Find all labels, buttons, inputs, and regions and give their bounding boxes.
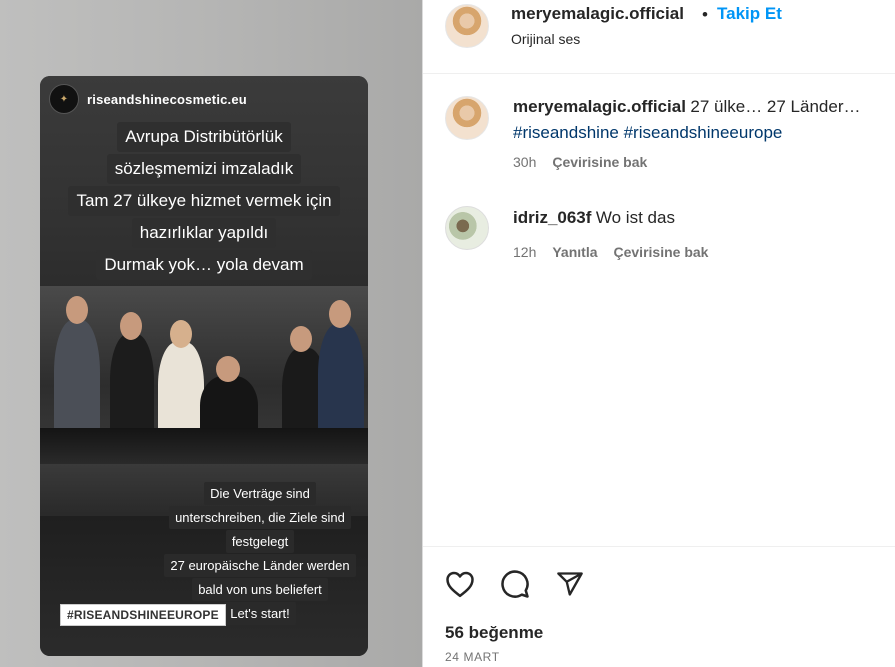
caption-line: Let's start!: [224, 602, 296, 625]
caption-line: Tam 27 ülkeye hizmet vermek için: [68, 186, 340, 216]
comment-text: Wo ist das: [595, 208, 675, 227]
caption-line: Die Verträge sind: [204, 482, 316, 505]
person-head: [120, 312, 142, 340]
caption-username[interactable]: meryemalagic.official: [513, 97, 686, 116]
person-head: [66, 296, 88, 324]
audio-label[interactable]: Orijinal ses: [511, 31, 580, 47]
caption-time: 30h: [513, 154, 537, 170]
story-image[interactable]: ✦ riseandshinecosmetic.eu Avrupa Distrib…: [40, 76, 368, 656]
caption-meta: 30h Çevirisine bak: [513, 154, 647, 170]
separator-dot: •: [702, 5, 708, 24]
reply-link[interactable]: Yanıtla: [552, 244, 597, 260]
comment-meta: 12h Yanıtla Çevirisine bak: [513, 244, 708, 260]
author-avatar[interactable]: [445, 4, 489, 48]
translate-link[interactable]: Çevirisine bak: [552, 154, 647, 170]
person-head: [170, 320, 192, 348]
story-account-avatar[interactable]: ✦: [49, 84, 79, 114]
follow-button[interactable]: Takip Et: [717, 4, 782, 24]
caption-line: unterschreiben, die Ziele sind: [169, 506, 351, 529]
caption-line: Avrupa Distribütörlük: [117, 122, 291, 152]
person-head: [329, 300, 351, 328]
comment-bubble-icon[interactable]: [498, 567, 532, 601]
post-date: 24 MART: [445, 650, 500, 664]
caption-line: Durmak yok… yola devam: [96, 250, 312, 280]
people-figures: [40, 290, 368, 450]
story-account-name[interactable]: riseandshinecosmetic.eu: [87, 92, 247, 107]
heart-icon[interactable]: [443, 567, 477, 601]
caption-line: sözleşmemizi imzaladık: [106, 154, 302, 184]
paper-plane-icon[interactable]: [553, 567, 587, 601]
actions-bar: 56 beğenme 24 MART: [423, 546, 895, 667]
post-header: meryemalagic.official • Takip Et Orijina…: [423, 0, 895, 74]
post-viewer: ✦ riseandshinecosmetic.eu Avrupa Distrib…: [0, 0, 895, 667]
person-head: [290, 326, 312, 352]
caption-line: hazırlıklar yapıldı: [131, 218, 277, 248]
comment-time: 12h: [513, 244, 537, 260]
caption-line: 27 europäische Länder werden: [164, 554, 356, 577]
comment-username[interactable]: idriz_063f: [513, 208, 591, 227]
desk: [40, 428, 368, 464]
likes-count[interactable]: 56 beğenme: [445, 623, 543, 643]
story-header: ✦ riseandshinecosmetic.eu: [49, 84, 247, 114]
story-caption-top: Avrupa Distribütörlük sözleşmemizi imzal…: [40, 122, 368, 280]
translate-link[interactable]: Çevirisine bak: [614, 244, 709, 260]
caption-line: bald von uns beliefert: [192, 578, 328, 601]
hashtag-sticker[interactable]: #RISEANDSHINEEUROPE: [60, 604, 226, 626]
commenter-avatar[interactable]: [445, 206, 489, 250]
caption-author-avatar[interactable]: [445, 96, 489, 140]
caption-hashtags[interactable]: #riseandshine #riseandshineeurope: [513, 123, 782, 143]
caption-line: festgelegt: [225, 530, 295, 553]
author-username[interactable]: meryemalagic.official: [511, 4, 684, 24]
post-side-panel: meryemalagic.official • Takip Et Orijina…: [422, 0, 895, 667]
caption-row: meryemalagic.official 27 ülke… 27 Länder…: [513, 97, 885, 117]
media-area: ✦ riseandshinecosmetic.eu Avrupa Distrib…: [0, 0, 422, 667]
caption-text: 27 ülke… 27 Länder…: [690, 97, 861, 116]
person-head: [216, 356, 240, 382]
comment-row: idriz_063f Wo ist das: [513, 208, 675, 228]
